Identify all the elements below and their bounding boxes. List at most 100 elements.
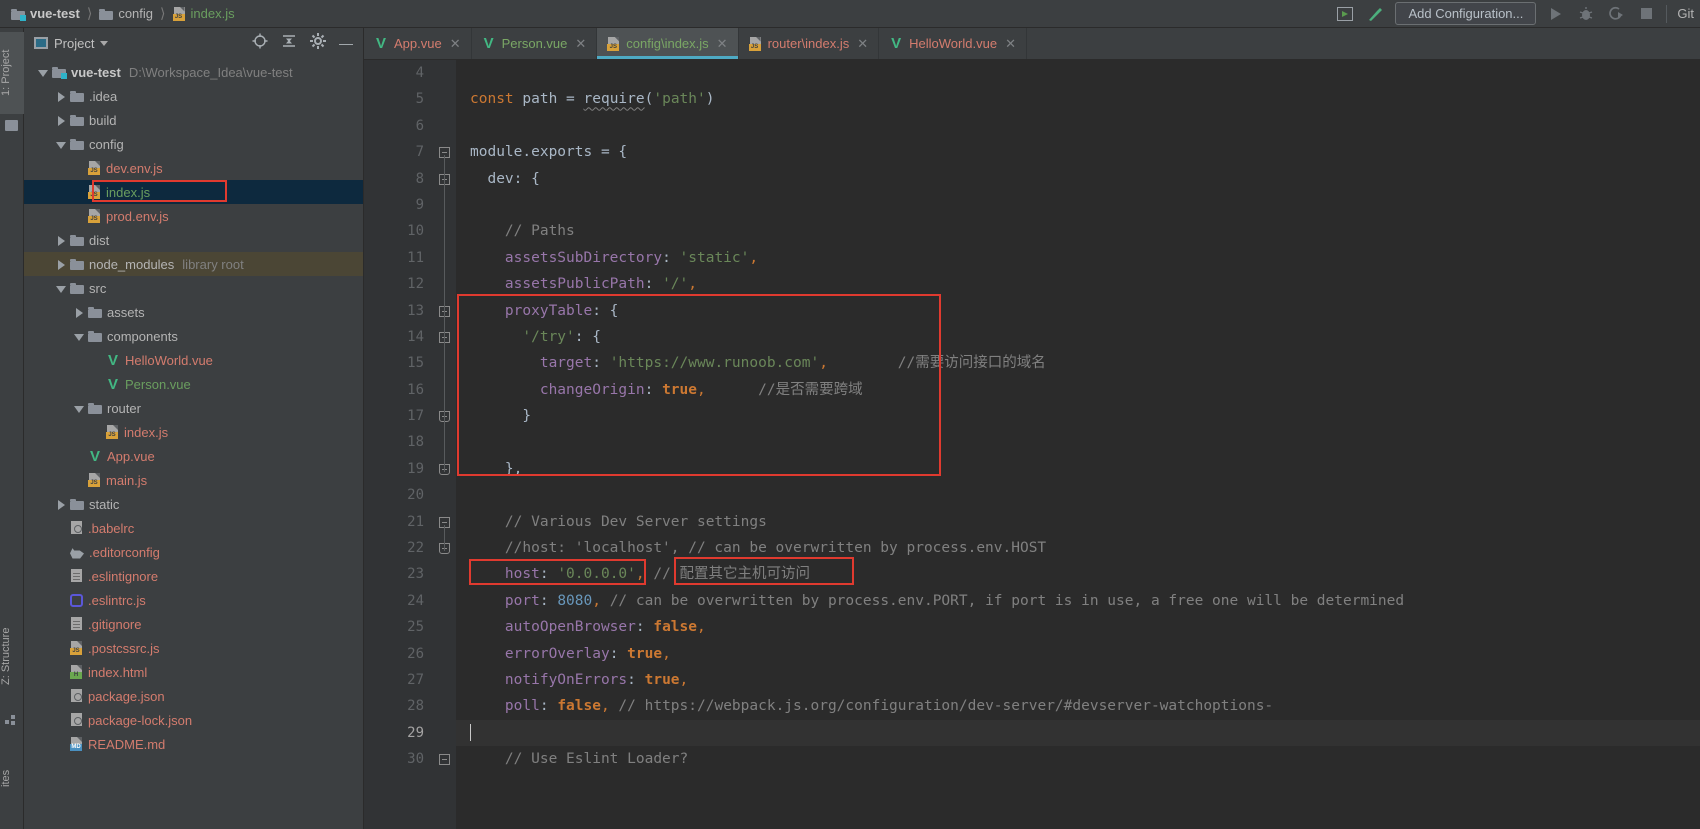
tree-node-.eslintrc.js[interactable]: .eslintrc.js: [24, 588, 363, 612]
code-line: // Various Dev Server settings: [470, 513, 767, 530]
editor-tab-router-index.js[interactable]: JS router\index.js ✕: [739, 28, 880, 59]
folder-icon: [88, 402, 102, 414]
run-with-coverage-icon[interactable]: [1606, 4, 1626, 24]
twisty-expanded-icon[interactable]: [74, 331, 85, 342]
tree-node-dev.env.js[interactable]: JS dev.env.js: [24, 156, 363, 180]
tool-window-structure-tab[interactable]: Z: Structure: [0, 608, 24, 704]
breadcrumb-separator-icon: ⟩: [160, 5, 166, 21]
build-hammer-icon[interactable]: [1365, 4, 1385, 24]
line-number: 27: [407, 671, 424, 688]
stop-icon[interactable]: [1636, 4, 1656, 24]
twisty-collapsed-icon[interactable]: [56, 499, 67, 510]
tree-node-package.json[interactable]: package.json: [24, 684, 363, 708]
tree-node-label: assets: [107, 304, 145, 320]
html-file-icon: H: [70, 665, 83, 679]
tree-node-.eslintignore[interactable]: .eslintignore: [24, 564, 363, 588]
close-icon[interactable]: ✕: [1005, 36, 1016, 52]
tree-node-.babelrc[interactable]: .babelrc: [24, 516, 363, 540]
tree-node-main.js[interactable]: JS main.js: [24, 468, 363, 492]
tree-node-.postcssrc.js[interactable]: JS .postcssrc.js: [24, 636, 363, 660]
tree-node-readme.md[interactable]: MD README.md: [24, 732, 363, 756]
line-number-gutter: 4 5 6 7 8 9 10 11 12 13 14 15 16 17 18 19 20 21 22 23 24 25 26…: [364, 60, 434, 829]
code-folding-gutter[interactable]: [434, 60, 456, 829]
tree-node-.gitignore[interactable]: .gitignore: [24, 612, 363, 636]
tree-node-router[interactable]: router: [24, 396, 363, 420]
tree-node-dist[interactable]: dist: [24, 228, 363, 252]
debug-bug-icon[interactable]: [1576, 4, 1596, 24]
collapse-all-icon[interactable]: [281, 33, 297, 54]
line-number: 4: [415, 65, 424, 81]
fold-collapse-icon[interactable]: [439, 754, 450, 766]
tree-node-vue-test[interactable]: vue-test D:\Workspace_Idea\vue-test: [24, 60, 363, 84]
twisty-collapsed-icon[interactable]: [56, 235, 67, 246]
tree-node-src[interactable]: src: [24, 276, 363, 300]
editor-tab-person.vue[interactable]: V Person.vue ✕: [472, 28, 598, 59]
twisty-collapsed-icon[interactable]: [74, 307, 85, 318]
breadcrumb-label: config: [118, 6, 154, 21]
close-icon[interactable]: ✕: [450, 36, 461, 52]
run-dashboard-icon[interactable]: [1335, 4, 1355, 24]
tree-node-index.js[interactable]: JS index.js: [24, 420, 363, 444]
code-line: //host: 'localhost', // can be overwritt…: [470, 540, 1047, 557]
tree-node-index.html[interactable]: Hindex.html: [24, 660, 363, 684]
line-number: 13: [407, 302, 424, 319]
vue-file-icon: V: [483, 35, 494, 52]
breadcrumb-item-file[interactable]: JS index.js: [170, 6, 238, 21]
json-file-icon: [70, 521, 83, 535]
tree-node-label: static: [89, 496, 120, 512]
project-tool-window: Project — vue-test D:\Workspace_Idea\vue-…: [24, 28, 364, 829]
line-number: 7: [415, 144, 424, 161]
settings-gear-icon[interactable]: [310, 32, 326, 54]
tree-node-node-modules[interactable]: node_modules library root: [24, 252, 363, 276]
editor-tab-config-index.js[interactable]: JS config\index.js ✕: [597, 28, 739, 59]
tree-node-build[interactable]: build: [24, 108, 363, 132]
breadcrumb-item-project[interactable]: vue-test: [8, 6, 83, 21]
twisty-expanded-icon[interactable]: [56, 139, 67, 150]
tree-node-static[interactable]: static: [24, 492, 363, 516]
tree-node-label: .eslintrc.js: [88, 592, 146, 608]
code-line: proxyTable: {: [470, 302, 619, 319]
folder-icon: [70, 282, 84, 294]
code-line: changeOrigin: true, //是否需要跨域: [470, 381, 863, 398]
code-text-area[interactable]: const path = require('path') module.expo…: [456, 60, 1700, 829]
locate-icon[interactable]: [252, 33, 268, 54]
folder-icon: [70, 138, 84, 150]
tool-window-favorites-tab[interactable]: ites: [0, 748, 24, 808]
tool-window-project-tab[interactable]: 1: Project: [0, 32, 24, 114]
twisty-collapsed-icon[interactable]: [56, 91, 67, 102]
twisty-collapsed-icon[interactable]: [56, 259, 67, 270]
tree-node-helloworld.vue[interactable]: V HelloWorld.vue: [24, 348, 363, 372]
run-icon[interactable]: [1546, 4, 1566, 24]
editor-tab-helloworld.vue[interactable]: V HelloWorld.vue ✕: [879, 28, 1027, 59]
tree-node-.idea[interactable]: .idea: [24, 84, 363, 108]
twisty-expanded-icon[interactable]: [38, 67, 49, 78]
line-number: 5: [415, 91, 424, 108]
twisty-expanded-icon[interactable]: [74, 403, 85, 414]
twisty-expanded-icon[interactable]: [56, 283, 67, 294]
line-number: 18: [407, 434, 424, 451]
close-icon[interactable]: ✕: [857, 36, 868, 52]
tree-node-app.vue[interactable]: V App.vue: [24, 444, 363, 468]
tree-node-components[interactable]: components: [24, 324, 363, 348]
tree-node-person.vue[interactable]: V Person.vue: [24, 372, 363, 396]
add-configuration-button[interactable]: Add Configuration...: [1395, 2, 1537, 25]
tree-node-config[interactable]: config: [24, 132, 363, 156]
close-icon[interactable]: ✕: [575, 36, 586, 52]
tree-node-assets[interactable]: assets: [24, 300, 363, 324]
twisty-collapsed-icon[interactable]: [56, 115, 67, 126]
hide-icon[interactable]: —: [339, 36, 353, 50]
breadcrumb-separator-icon: ⟩: [86, 5, 93, 21]
tree-node-label: .idea: [89, 88, 118, 104]
tree-node-package-lock.json[interactable]: package-lock.json: [24, 708, 363, 732]
editor-tab-app.vue[interactable]: V App.vue ✕: [364, 28, 472, 59]
breadcrumb-item-config[interactable]: config: [96, 6, 156, 21]
close-icon[interactable]: ✕: [717, 36, 728, 52]
breadcrumb-label: vue-test: [30, 6, 80, 21]
chevron-down-icon[interactable]: [100, 40, 109, 46]
tree-node-prod.env.js[interactable]: JS prod.env.js: [24, 204, 363, 228]
tree-node-.editorconfig[interactable]: .editorconfig: [24, 540, 363, 564]
git-menu-label[interactable]: Git: [1677, 6, 1694, 21]
